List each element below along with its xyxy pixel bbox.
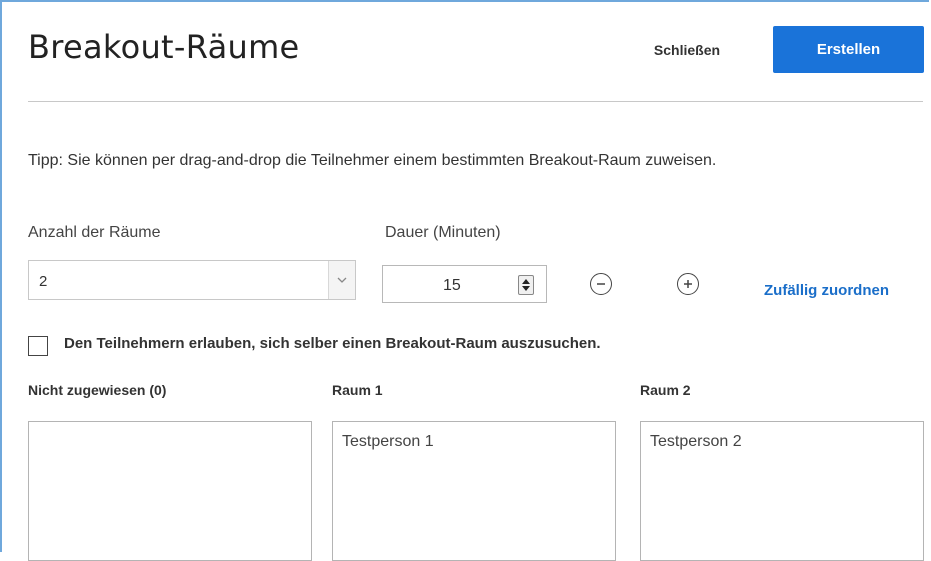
room-1-drop-zone[interactable]: Testperson 1 — [332, 421, 616, 561]
chevron-down-icon[interactable] — [328, 261, 355, 299]
unassigned-drop-zone[interactable] — [28, 421, 312, 561]
duration-value: 15 — [443, 277, 461, 294]
room-2-column-label: Raum 2 — [640, 382, 691, 398]
participant-item[interactable]: Testperson 2 — [650, 433, 742, 451]
spinner-arrows-icon[interactable] — [518, 275, 534, 295]
duration-label: Dauer (Minuten) — [385, 224, 501, 241]
minus-circle-icon[interactable] — [590, 273, 612, 295]
plus-circle-icon[interactable] — [677, 273, 699, 295]
rooms-count-select[interactable]: 2 — [28, 260, 356, 300]
participant-item[interactable]: Testperson 1 — [342, 433, 434, 451]
tip-text: Tipp: Sie können per drag-and-drop die T… — [28, 152, 717, 169]
unassigned-column-label: Nicht zugewiesen (0) — [28, 382, 167, 398]
header-divider — [28, 101, 923, 102]
room-1-column-label: Raum 1 — [332, 382, 383, 398]
rooms-count-value: 2 — [39, 273, 48, 290]
self-select-checkbox[interactable] — [28, 336, 48, 356]
duration-input[interactable]: 15 — [382, 265, 547, 303]
dialog-title: Breakout-Räume — [28, 28, 300, 66]
breakout-rooms-dialog: Breakout-Räume Schließen Erstellen Tipp:… — [0, 0, 929, 561]
room-2-drop-zone[interactable]: Testperson 2 — [640, 421, 924, 561]
random-assign-link[interactable]: Zufällig zuordnen — [764, 282, 889, 299]
rooms-count-label: Anzahl der Räume — [28, 224, 161, 241]
self-select-label: Den Teilnehmern erlauben, sich selber ei… — [64, 335, 601, 352]
create-button[interactable]: Erstellen — [773, 26, 924, 73]
close-button[interactable]: Schließen — [637, 36, 737, 64]
